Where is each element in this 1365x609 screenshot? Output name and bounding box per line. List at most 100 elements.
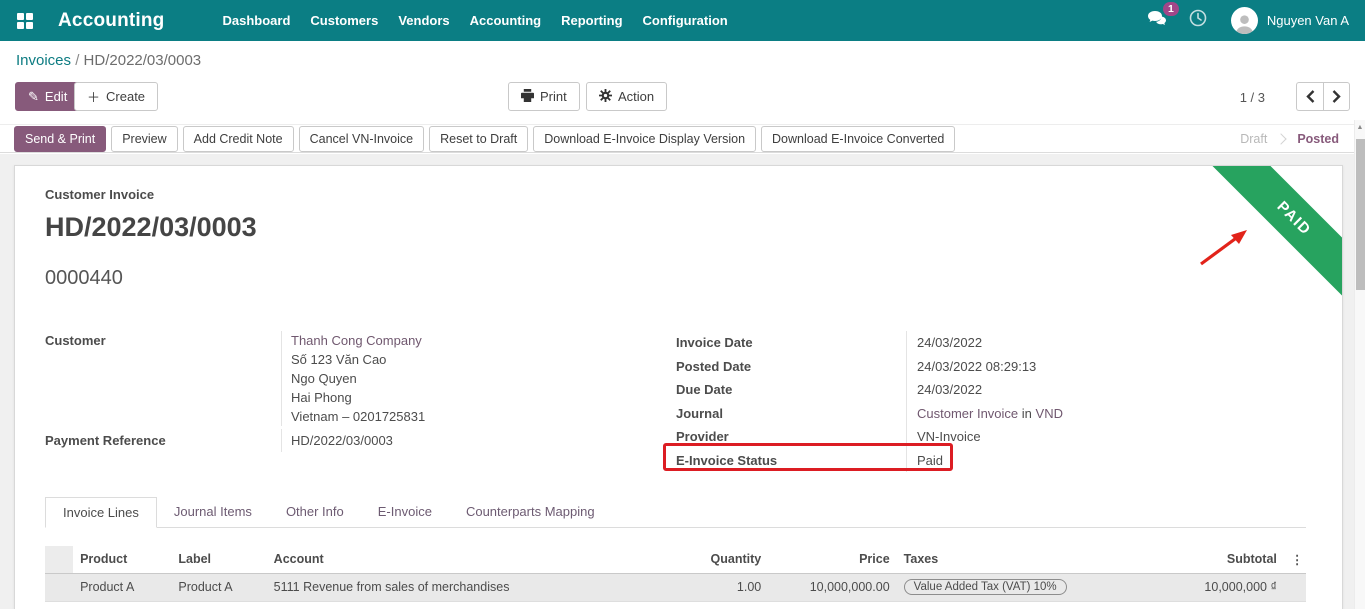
breadcrumb-current: HD/2022/03/0003 bbox=[83, 52, 202, 69]
breadcrumb-invoices-link[interactable]: Invoices bbox=[16, 52, 71, 69]
tax-pill[interactable]: Value Added Tax (VAT) 10% bbox=[903, 579, 1067, 595]
state-draft[interactable]: Draft bbox=[1240, 132, 1267, 146]
notebook: Invoice Lines Journal Items Other Info E… bbox=[45, 497, 1306, 528]
menu-reporting[interactable]: Reporting bbox=[551, 0, 632, 41]
app-brand[interactable]: Accounting bbox=[58, 10, 165, 32]
provider-field: Provider VN-Invoice bbox=[676, 425, 1306, 449]
col-product[interactable]: Product bbox=[73, 546, 172, 574]
vertical-scrollbar[interactable]: ▲ bbox=[1354, 120, 1365, 609]
tab-counterparts-mapping[interactable]: Counterparts Mapping bbox=[449, 497, 612, 527]
state-arrow-icon bbox=[1275, 132, 1287, 145]
activities-clock-icon[interactable] bbox=[1189, 9, 1207, 32]
optional-columns-icon[interactable]: ⋮ bbox=[1283, 546, 1306, 574]
menu-vendors[interactable]: Vendors bbox=[388, 0, 459, 41]
invoice-form-card: Customer Invoice HD/2022/03/0003 0000440… bbox=[14, 165, 1343, 609]
menu-configuration[interactable]: Configuration bbox=[633, 0, 738, 41]
user-menu[interactable]: Nguyen Van A bbox=[1230, 7, 1349, 34]
preview-button[interactable]: Preview bbox=[111, 125, 178, 152]
create-button[interactable]: ＋ Create bbox=[74, 82, 159, 111]
statusbar: Send & Print Preview Add Credit Note Can… bbox=[0, 124, 1365, 153]
payment-reference-label: Payment Reference bbox=[45, 433, 166, 448]
cell-label[interactable]: Product A bbox=[171, 573, 267, 602]
send-print-button[interactable]: Send & Print bbox=[14, 125, 107, 152]
col-account[interactable]: Account bbox=[266, 546, 653, 574]
einvoice-status-value: Paid bbox=[906, 448, 1306, 472]
customer-link[interactable]: Thanh Cong Company bbox=[291, 331, 645, 350]
menu-customers[interactable]: Customers bbox=[300, 0, 388, 41]
col-price[interactable]: Price bbox=[768, 546, 897, 574]
invoice-sequence-number: 0000440 bbox=[45, 267, 123, 289]
gear-icon bbox=[599, 88, 612, 105]
journal-currency-link[interactable]: VND bbox=[1036, 406, 1063, 421]
cell-quantity[interactable]: 1.00 bbox=[652, 573, 769, 602]
annotation-arrow bbox=[1200, 230, 1247, 266]
document-type-label: Customer Invoice bbox=[45, 187, 155, 202]
row-gutter bbox=[45, 546, 74, 574]
top-navbar: Accounting Dashboard Customers Vendors A… bbox=[0, 0, 1365, 41]
print-button[interactable]: Print bbox=[508, 82, 580, 111]
user-avatar bbox=[1230, 7, 1258, 34]
journal-field: Journal Customer Invoice in VND bbox=[676, 401, 1306, 425]
due-date-value: 24/03/2022 bbox=[906, 378, 1306, 402]
navbar-systray: 1 Nguyen Van A bbox=[1147, 1, 1349, 34]
scrollbar-thumb[interactable] bbox=[1356, 139, 1365, 290]
cancel-vn-invoice-button[interactable]: Cancel VN-Invoice bbox=[298, 125, 425, 152]
invoice-lines-table: Product Label Account Quantity Price Tax… bbox=[45, 546, 1306, 602]
apps-menu-icon[interactable] bbox=[17, 12, 33, 29]
table-row[interactable]: Product A Product A 5111 Revenue from sa… bbox=[45, 573, 1306, 602]
main-menu: Dashboard Customers Vendors Accounting R… bbox=[213, 0, 738, 41]
col-subtotal[interactable]: Subtotal bbox=[1105, 546, 1284, 574]
invoice-date-field: Invoice Date 24/03/2022 bbox=[676, 331, 1306, 355]
menu-accounting[interactable]: Accounting bbox=[460, 0, 552, 41]
plus-icon: ＋ bbox=[87, 90, 101, 105]
customer-address-line: Ngo Quyen bbox=[291, 371, 357, 386]
tab-other-info[interactable]: Other Info bbox=[269, 497, 361, 527]
messages-icon[interactable]: 1 bbox=[1147, 1, 1179, 32]
invoice-date-value: 24/03/2022 bbox=[906, 331, 1306, 355]
tab-invoice-lines[interactable]: Invoice Lines bbox=[45, 497, 157, 528]
cell-taxes[interactable]: Value Added Tax (VAT) 10% bbox=[896, 573, 1106, 602]
printer-icon bbox=[521, 88, 534, 105]
menu-dashboard[interactable]: Dashboard bbox=[213, 0, 301, 41]
pencil-icon: ✎ bbox=[28, 88, 39, 104]
payment-reference-value: HD/2022/03/0003 bbox=[281, 429, 645, 452]
provider-value: VN-Invoice bbox=[906, 425, 1306, 449]
customer-label: Customer bbox=[45, 333, 106, 348]
download-einvoice-converted-button[interactable]: Download E-Invoice Converted bbox=[761, 125, 956, 152]
breadcrumb-separator: / bbox=[75, 52, 80, 69]
posted-date-value: 24/03/2022 08:29:13 bbox=[906, 354, 1306, 378]
journal-link[interactable]: Customer Invoice bbox=[917, 406, 1018, 421]
pager-previous-button[interactable] bbox=[1296, 82, 1323, 111]
pager-next-button[interactable] bbox=[1323, 82, 1350, 111]
tab-e-invoice[interactable]: E-Invoice bbox=[361, 497, 449, 527]
cell-price[interactable]: 10,000,000.00 bbox=[768, 573, 897, 602]
user-name: Nguyen Van A bbox=[1266, 13, 1349, 28]
cell-account[interactable]: 5111 Revenue from sales of merchandises bbox=[266, 573, 653, 602]
col-label[interactable]: Label bbox=[171, 546, 267, 574]
journal-in-word: in bbox=[1021, 405, 1032, 421]
state-widget: Draft Posted bbox=[1240, 132, 1339, 146]
col-taxes[interactable]: Taxes bbox=[896, 546, 1106, 574]
reset-to-draft-button[interactable]: Reset to Draft bbox=[429, 125, 529, 152]
breadcrumb: Invoices / HD/2022/03/0003 bbox=[16, 52, 201, 69]
row-gutter-cell[interactable] bbox=[45, 573, 74, 602]
col-quantity[interactable]: Quantity bbox=[652, 546, 769, 574]
messages-count-badge: 1 bbox=[1163, 1, 1179, 16]
download-einvoice-display-button[interactable]: Download E-Invoice Display Version bbox=[533, 125, 757, 152]
pager bbox=[1296, 82, 1350, 111]
scrollbar-up-icon[interactable]: ▲ bbox=[1355, 120, 1365, 135]
due-date-field: Due Date 24/03/2022 bbox=[676, 378, 1306, 402]
customer-field: Customer Thanh Cong Company Số 123 Văn C… bbox=[45, 331, 645, 426]
cell-product[interactable]: Product A bbox=[73, 573, 172, 602]
cell-subtotal[interactable]: 10,000,000 ₫ bbox=[1105, 573, 1284, 602]
invoice-number-title: HD/2022/03/0003 bbox=[45, 212, 257, 242]
einvoice-status-field: E-Invoice Status Paid bbox=[676, 448, 1306, 472]
table-header-row: Product Label Account Quantity Price Tax… bbox=[45, 546, 1306, 574]
action-button[interactable]: Action bbox=[586, 82, 668, 111]
tab-journal-items[interactable]: Journal Items bbox=[157, 497, 269, 527]
customer-address-line: Số 123 Văn Cao bbox=[291, 352, 387, 367]
payment-reference-field: Payment Reference HD/2022/03/0003 bbox=[45, 429, 645, 452]
state-posted[interactable]: Posted bbox=[1297, 132, 1339, 146]
add-credit-note-button[interactable]: Add Credit Note bbox=[182, 125, 294, 152]
edit-button[interactable]: ✎ Edit bbox=[15, 82, 81, 111]
